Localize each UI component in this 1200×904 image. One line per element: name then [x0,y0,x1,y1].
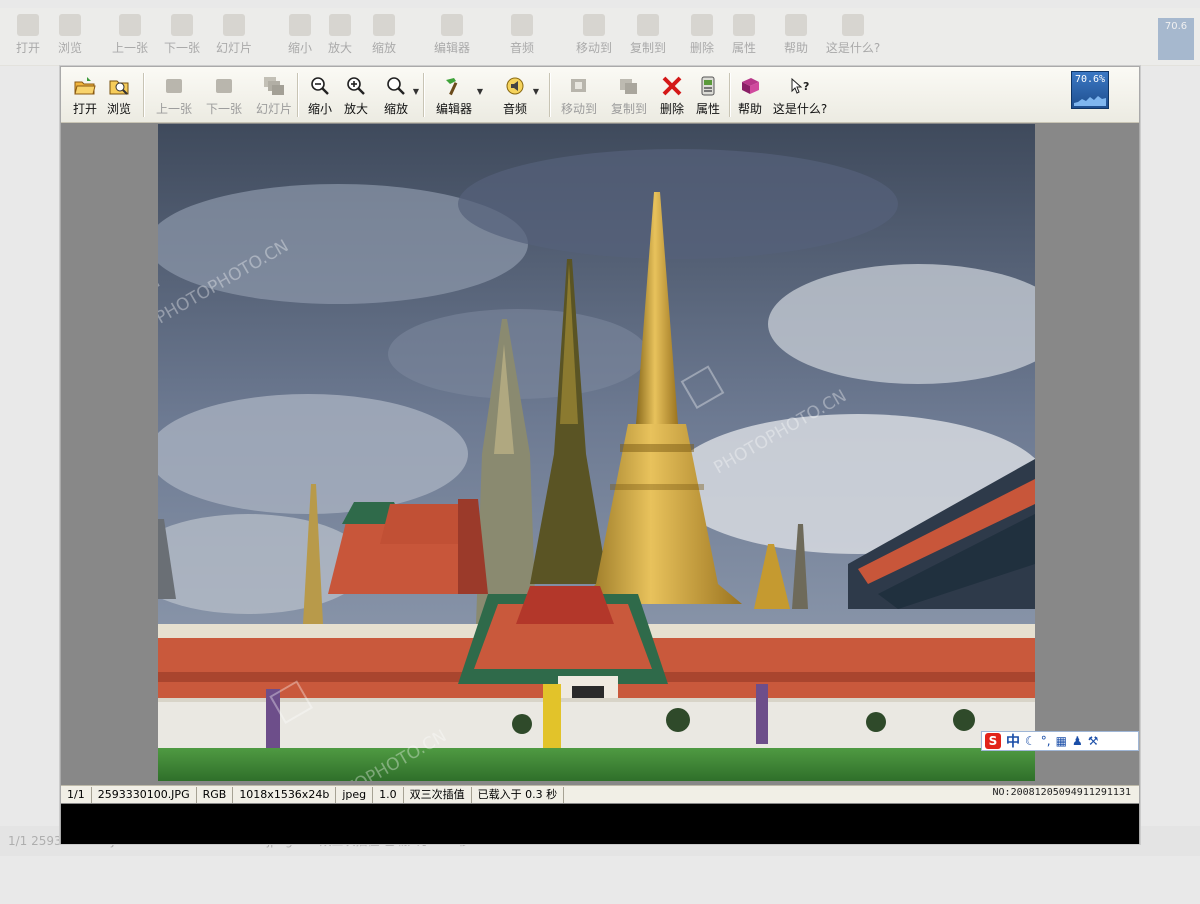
zoom-icon [385,75,407,97]
slideshow-icon [263,75,285,97]
ghost-editor: 编辑器 [430,14,474,56]
copy-to-button[interactable]: 复制到 [607,71,651,119]
help-group: 帮助 ? 这是什么? [735,71,829,119]
ghost-zoom-badge: 70.6 [1158,18,1194,60]
ghost-copy: 复制到 [626,14,670,56]
ime-toolbar[interactable]: S 中 ☾ °, ▦ ♟ ⚒ [981,731,1139,751]
whats-this-button[interactable]: ? 这是什么? [771,71,829,119]
interpolation-mode: 双三次插值 [404,786,472,803]
ghost-move: 移动到 [572,14,616,56]
zoom-out-button[interactable]: 缩小 [305,71,335,119]
color-mode: RGB [197,786,234,803]
move-to-icon [568,75,590,97]
editor-dropdown-arrow-icon[interactable]: ▼ [477,87,483,96]
main-toolbar: 打开 浏览 上一张 下一张 幻灯片 缩小 放大 缩放 ▼ 编辑器 ▼ 音频 ▼ … [61,67,1139,123]
ghost-open: 打开 [6,14,50,56]
help-button[interactable]: 帮助 [735,71,765,119]
prev-image-icon [163,75,185,97]
separator [297,73,299,117]
zoom-button[interactable]: 缩放 ▼ [381,71,419,119]
zoom-dropdown-arrow-icon[interactable]: ▼ [413,87,419,96]
moon-icon[interactable]: ☾ [1025,734,1036,748]
slideshow-button[interactable]: 幻灯片 [251,71,297,119]
ghost-next: 下一张 [160,14,204,56]
zoom-in-icon [345,75,367,97]
temple-photo: PHOTOPHOTO.CN PHOTOPHOTO.CN PHOTOPHOTO.C… [158,124,1035,781]
separator [549,73,551,117]
ghost-zoom-out: 缩小 [278,14,322,56]
whats-this-icon: ? [789,75,811,97]
load-time: 已载入于 0.3 秒 [472,786,565,803]
ghost-delete: 删除 [680,14,724,56]
file-group: 打开 浏览 [69,71,137,119]
file-format: jpeg [336,786,374,803]
properties-icon [697,75,719,97]
audio-dropdown-arrow-icon[interactable]: ▼ [533,87,539,96]
delete-x-icon [661,75,683,97]
audio-button[interactable]: 音频 ▼ [499,71,539,119]
zoom-out-icon [309,75,331,97]
speaker-icon [504,75,526,97]
histogram-icon [1074,96,1106,106]
browse-icon [108,75,130,97]
image-viewer-window: 打开 浏览 上一张 下一张 幻灯片 缩小 放大 缩放 ▼ 编辑器 ▼ 音频 ▼ … [60,66,1140,844]
ghost-help: 帮助 [774,14,818,56]
image-id: NO:20081205094911291131 [992,787,1131,798]
sogou-logo-icon[interactable]: S [985,733,1001,749]
zoom-ratio: 1.0 [373,786,404,803]
file-ops-group: 移动到 复制到 删除 属性 [557,71,723,119]
user-icon[interactable]: ♟ [1072,734,1083,748]
ghost-whats-this: 这是什么? [818,14,888,56]
copy-to-icon [618,75,640,97]
punctuation-icon[interactable]: °, [1041,734,1051,748]
browse-button[interactable]: 浏览 [101,71,137,119]
zoom-group: 缩小 放大 缩放 ▼ [305,71,419,119]
prev-button[interactable]: 上一张 [151,71,197,119]
svg-text:?: ? [803,80,809,93]
image-dimensions: 1018x1536x24b [233,786,337,803]
status-bar: 1/1 2593330100.JPG RGB 1018x1536x24b jpe… [61,785,1139,803]
bottom-black-bar [61,804,1139,844]
tools-group: 编辑器 ▼ 音频 ▼ [433,71,539,119]
move-to-button[interactable]: 移动到 [557,71,601,119]
image-index: 1/1 [61,786,92,803]
ghost-slideshow: 幻灯片 [212,14,256,56]
ghost-zoom: 缩放 [362,14,406,56]
ghost-browse: 浏览 [48,14,92,56]
ghost-audio: 音频 [500,14,544,56]
delete-button[interactable]: 删除 [657,71,687,119]
wrench-icon[interactable]: ⚒ [1088,734,1099,748]
separator [423,73,425,117]
ghost-prev: 上一张 [108,14,152,56]
next-button[interactable]: 下一张 [201,71,247,119]
file-name: 2593330100.JPG [92,786,197,803]
editor-brush-icon [443,75,465,97]
next-image-icon [213,75,235,97]
help-book-icon [739,75,761,97]
ghost-toolbar: 打开 浏览 上一张 下一张 幻灯片 缩小 放大 缩放 编辑器 音频 移动到 复制… [0,8,1200,66]
separator [143,73,145,117]
ghost-zoom-in: 放大 [318,14,362,56]
separator [729,73,731,117]
editor-button[interactable]: 编辑器 ▼ [433,71,483,119]
properties-button[interactable]: 属性 [693,71,723,119]
image-canvas[interactable]: PHOTOPHOTO.CN PHOTOPHOTO.CN PHOTOPHOTO.C… [158,124,1035,781]
zoom-in-button[interactable]: 放大 [341,71,371,119]
zoom-percent-badge[interactable]: 70.6% [1071,71,1109,109]
navigation-group: 上一张 下一张 幻灯片 [151,71,297,119]
open-button[interactable]: 打开 [69,71,101,119]
ghost-properties: 属性 [722,14,766,56]
open-folder-icon [74,75,96,97]
keyboard-icon[interactable]: ▦ [1056,734,1067,748]
ime-mode-toggle[interactable]: 中 [1006,731,1020,751]
